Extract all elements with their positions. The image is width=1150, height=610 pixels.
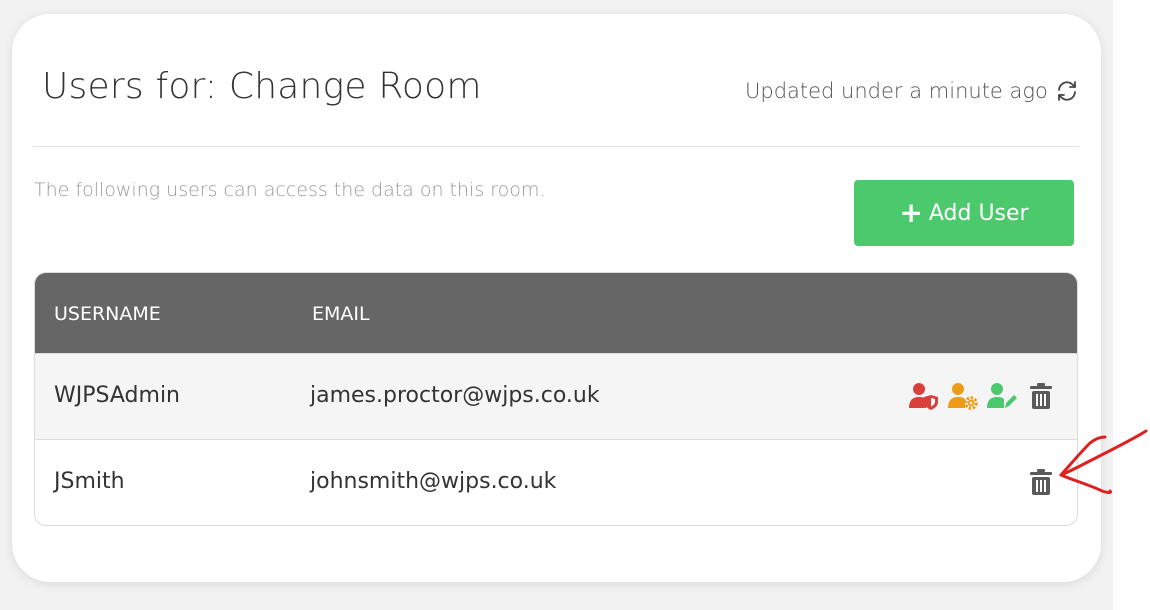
background-strip <box>1113 0 1150 610</box>
header-divider <box>33 146 1079 147</box>
table-row: JSmith johnsmith@wjps.co.uk <box>35 439 1077 525</box>
user-cog-icon[interactable] <box>947 380 979 412</box>
add-user-button[interactable]: + Add User <box>854 180 1074 246</box>
user-shield-icon[interactable] <box>908 380 940 412</box>
table-header: USERNAME EMAIL <box>35 273 1077 353</box>
table-row: WJPSAdmin james.proctor@wjps.co.uk <box>35 353 1077 439</box>
row-actions <box>901 380 1057 412</box>
annotation-arrow-icon <box>1059 429 1148 494</box>
update-status: Updated under a minute ago <box>745 78 1080 104</box>
access-description: The following users can access the data … <box>34 179 546 201</box>
users-table: USERNAME EMAIL WJPSAdmin james.proctor@w… <box>34 272 1078 526</box>
user-edit-icon[interactable] <box>986 380 1018 412</box>
plus-icon: + <box>899 196 923 229</box>
trash-icon[interactable] <box>1025 380 1057 412</box>
add-user-label: Add User <box>928 200 1029 226</box>
refresh-icon[interactable] <box>1054 78 1080 104</box>
room-users-card: Users for: Change Room Updated under a m… <box>12 14 1101 582</box>
username-cell: JSmith <box>54 469 125 494</box>
column-header-username: USERNAME <box>54 303 161 325</box>
column-header-email: EMAIL <box>312 303 370 325</box>
updated-label: Updated under a minute ago <box>745 79 1048 103</box>
page-title: Users for: Change Room <box>42 66 482 107</box>
email-cell: johnsmith@wjps.co.uk <box>310 469 557 494</box>
username-cell: WJPSAdmin <box>54 383 180 408</box>
email-cell: james.proctor@wjps.co.uk <box>310 383 600 408</box>
